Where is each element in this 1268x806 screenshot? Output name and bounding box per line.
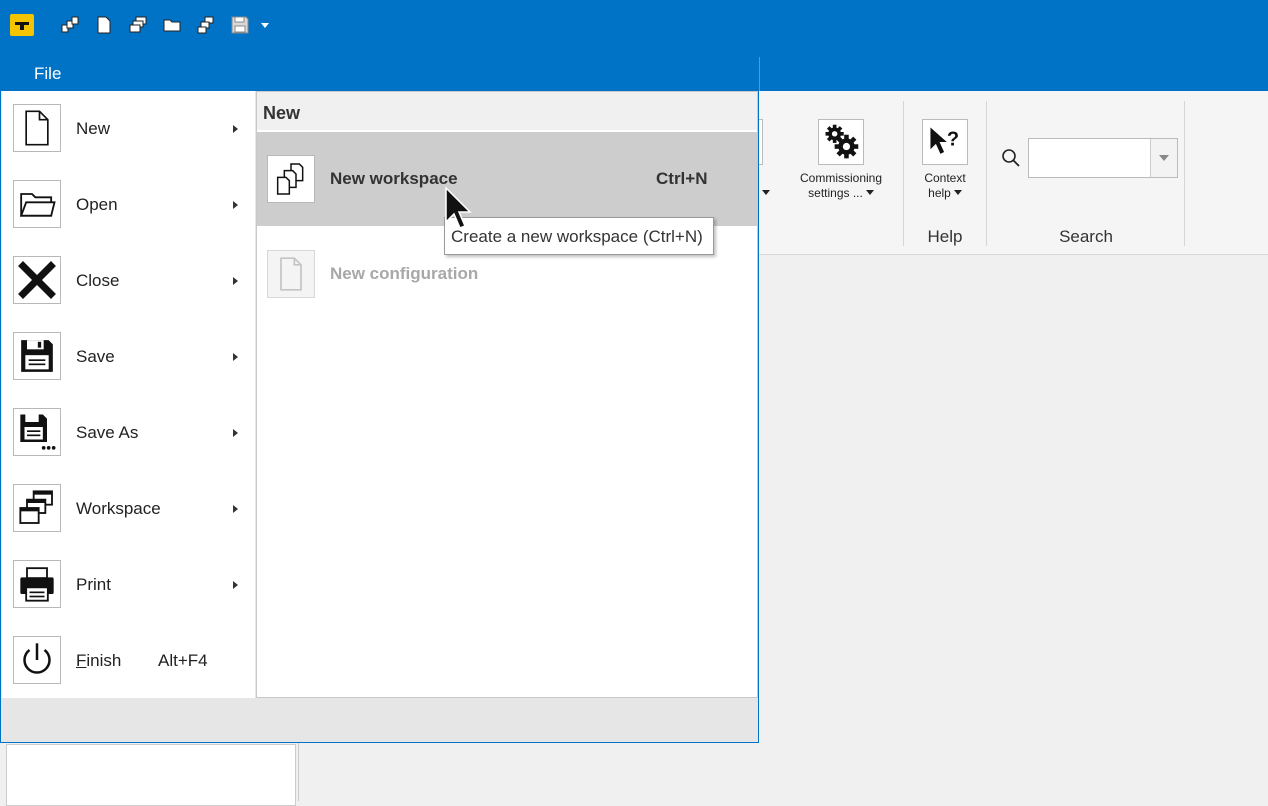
group-separator bbox=[1184, 101, 1185, 246]
new-submenu-panel: New New workspace Ctrl+N New configurati… bbox=[256, 91, 758, 698]
menu-item-label: Save As bbox=[76, 423, 139, 442]
menu-item-finish[interactable]: Finish Alt+F4 bbox=[2, 623, 255, 699]
menu-item-label: New bbox=[76, 119, 111, 138]
new-workspace-icon bbox=[267, 155, 315, 203]
qat-open-folder-icon[interactable] bbox=[161, 14, 183, 36]
title-bar: File bbox=[0, 0, 1268, 91]
context-help-label-line1: Context bbox=[924, 171, 966, 185]
file-menu-commands: New Open Close Save Save As Workspace Pr… bbox=[2, 91, 255, 698]
access-key: F bbox=[76, 651, 87, 670]
save-as-icon bbox=[13, 408, 61, 456]
group-label-help: Help bbox=[927, 227, 963, 246]
save-icon bbox=[13, 332, 61, 380]
context-help-button[interactable]: ? Context help bbox=[910, 119, 980, 201]
gears-icon bbox=[818, 119, 864, 165]
commissioning-label-line2: settings ... bbox=[808, 186, 863, 200]
file-menu-edge bbox=[759, 57, 760, 91]
menu-item-label: Workspace bbox=[76, 499, 161, 518]
menu-item-workspace[interactable]: Workspace bbox=[2, 471, 255, 547]
new-document-icon bbox=[13, 104, 61, 152]
search-input[interactable] bbox=[1029, 139, 1155, 175]
tab-file[interactable]: File bbox=[0, 57, 94, 91]
chevron-right-icon bbox=[233, 277, 238, 285]
new-document-icon bbox=[267, 250, 315, 298]
submenu-item-shortcut: Ctrl+N bbox=[656, 169, 708, 188]
chevron-down-icon bbox=[762, 190, 770, 195]
qat-workspace-icon[interactable] bbox=[59, 14, 81, 36]
commissioning-label-line1: Commissioning bbox=[799, 171, 883, 185]
chevron-right-icon bbox=[233, 429, 238, 437]
commissioning-settings-button[interactable]: Commissioning settings ... bbox=[792, 119, 890, 201]
menu-item-label-rest: inish bbox=[86, 651, 122, 670]
printer-icon bbox=[13, 560, 61, 608]
submenu-header: New bbox=[257, 92, 757, 130]
group-separator bbox=[986, 101, 987, 246]
tooltip: Create a new workspace (Ctrl+N) bbox=[444, 217, 714, 255]
menu-item-label: Print bbox=[76, 575, 111, 594]
submenu-item-label: New workspace bbox=[330, 169, 458, 188]
search-dropdown-button[interactable] bbox=[1150, 139, 1177, 177]
power-icon bbox=[13, 636, 61, 684]
group-separator bbox=[903, 101, 904, 246]
search-combobox[interactable] bbox=[1028, 138, 1178, 178]
svg-text:?: ? bbox=[947, 129, 959, 151]
submenu-item-new-workspace[interactable]: New workspace Ctrl+N bbox=[257, 132, 757, 226]
chevron-down-icon bbox=[953, 190, 962, 195]
open-folder-icon bbox=[13, 180, 61, 228]
project-tree-panel bbox=[6, 744, 296, 806]
menu-item-save-as[interactable]: Save As bbox=[2, 395, 255, 471]
menu-item-save[interactable]: Save bbox=[2, 319, 255, 395]
qat-customize-dropdown-icon[interactable] bbox=[258, 14, 272, 36]
menu-item-close[interactable]: Close bbox=[2, 243, 255, 319]
context-help-icon: ? bbox=[922, 119, 968, 165]
app-logo-icon[interactable] bbox=[10, 14, 34, 36]
chevron-right-icon bbox=[233, 505, 238, 513]
menu-item-new[interactable]: New bbox=[2, 91, 255, 167]
context-help-label-line2: help bbox=[928, 186, 951, 200]
search-icon bbox=[1000, 147, 1022, 169]
mouse-pointer-icon bbox=[444, 186, 474, 232]
menu-item-print[interactable]: Print bbox=[2, 547, 255, 623]
menu-item-label: Open bbox=[76, 195, 118, 214]
chevron-right-icon bbox=[233, 581, 238, 589]
qat-windows-icon[interactable] bbox=[127, 14, 149, 36]
chevron-right-icon bbox=[233, 353, 238, 361]
qat-save-icon[interactable] bbox=[229, 14, 251, 36]
qat-new-document-icon[interactable] bbox=[93, 14, 115, 36]
chevron-down-icon bbox=[865, 190, 874, 195]
qat-workspace-icon-2[interactable] bbox=[195, 14, 217, 36]
chevron-right-icon bbox=[233, 125, 238, 133]
menu-item-label: Save bbox=[76, 347, 115, 366]
menu-item-label: Close bbox=[76, 271, 120, 290]
close-icon bbox=[13, 256, 61, 304]
chevron-right-icon bbox=[233, 201, 238, 209]
group-label-search: Search bbox=[1059, 227, 1113, 246]
menu-item-shortcut: Alt+F4 bbox=[158, 651, 208, 670]
file-menu: New Open Close Save Save As Workspace Pr… bbox=[0, 91, 759, 743]
menu-item-open[interactable]: Open bbox=[2, 167, 255, 243]
workspace-icon bbox=[13, 484, 61, 532]
menu-item-label: Finish bbox=[76, 623, 121, 699]
